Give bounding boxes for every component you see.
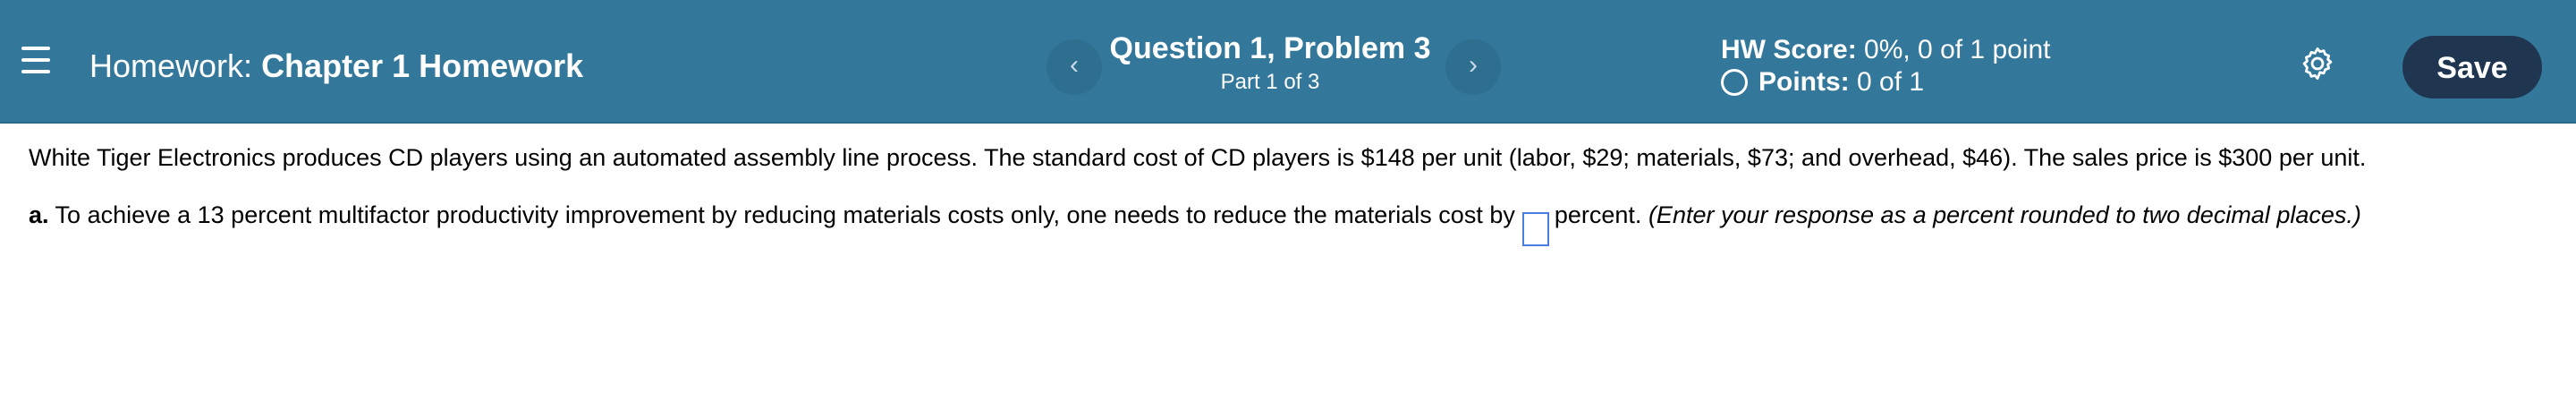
chevron-left-icon: ‹	[1070, 50, 1079, 80]
homework-prefix: Homework:	[89, 47, 253, 84]
gear-icon[interactable]	[2299, 45, 2336, 82]
hw-score: HW Score: 0%, 0 of 1 point	[1721, 34, 2051, 66]
question-part: Part 1 of 3	[1220, 70, 1320, 94]
chevron-right-icon: ›	[1469, 50, 1478, 80]
hamburger-menu-icon[interactable]	[21, 47, 52, 73]
points-ring-icon	[1721, 69, 1748, 96]
points-label: Points:	[1758, 67, 1850, 97]
homework-title: Homework: Chapter 1 Homework	[89, 47, 583, 86]
answer-input[interactable]	[1521, 211, 1549, 246]
part-a-text: To achieve a 13 percent multifactor prod…	[55, 201, 1515, 228]
save-button[interactable]: Save	[2402, 36, 2542, 98]
question-intro: White Tiger Electronics produces CD play…	[29, 144, 2367, 171]
hw-score-label: HW Score:	[1721, 35, 1857, 64]
part-a: a. To achieve a 13 percent multifactor p…	[29, 195, 2551, 246]
points: Points: 0 of 1	[1721, 66, 1924, 98]
previous-question-button[interactable]: ‹	[1046, 39, 1102, 95]
homework-name: Chapter 1 Homework	[261, 47, 584, 84]
answer-hint: (Enter your response as a percent rounde…	[1648, 201, 2361, 228]
question-content: White Tiger Electronics produces CD play…	[29, 140, 2551, 246]
hw-score-value: 0%, 0 of 1 point	[1864, 35, 2051, 64]
top-bar: Homework: Chapter 1 Homework ‹ Question …	[0, 0, 2576, 124]
part-a-letter: a.	[29, 201, 49, 228]
points-value: 0 of 1	[1857, 67, 1925, 97]
next-question-button[interactable]: ›	[1445, 39, 1501, 95]
question-title: Question 1, Problem 3	[1109, 31, 1431, 65]
after-box-text: percent.	[1554, 201, 1642, 228]
